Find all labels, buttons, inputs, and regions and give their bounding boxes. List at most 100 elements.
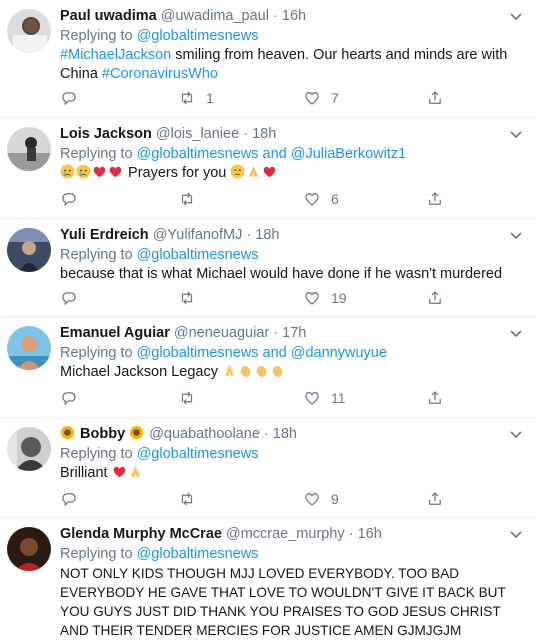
avatar[interactable] (7, 228, 51, 272)
sunflower-icon (60, 425, 75, 440)
replying-label: Replying to (60, 247, 133, 263)
reply-icon (62, 292, 76, 306)
user-handle[interactable]: @quabathoolane (149, 426, 260, 442)
share-button[interactable] (426, 389, 444, 407)
tweet-text-line: YOU GUYS JUST DID THANK YOU PRAISES TO G… (60, 604, 501, 619)
share-button[interactable] (426, 190, 444, 208)
user-handle[interactable]: @lois_laniee (156, 126, 239, 142)
like-button[interactable]: 9 (303, 490, 339, 508)
retweet-icon (181, 91, 193, 105)
reply-button[interactable] (60, 89, 88, 107)
retweet-button[interactable]: 1 (178, 89, 214, 107)
tweet-text-line: NOT ONLY KIDS THOUGH MJJ LOVED EVERYBODY… (60, 566, 460, 581)
separator-dot: · (273, 325, 279, 341)
retweet-button[interactable] (178, 289, 206, 307)
tweet-header: Lois Jackson @lois_laniee · 18h (60, 124, 516, 144)
chevron-down-icon[interactable] (508, 426, 524, 442)
display-name[interactable]: Yuli Erdreich (60, 227, 149, 243)
timestamp[interactable]: 18h (255, 227, 279, 243)
user-handle[interactable]: @mccrae_murphy (226, 526, 345, 542)
share-icon (429, 291, 441, 304)
reply-button[interactable] (60, 490, 88, 508)
replying-to: Replying to @globaltimesnews and @dannyw… (60, 343, 516, 363)
tweet-actions: 1 7 (60, 89, 460, 109)
chevron-down-icon[interactable] (508, 526, 524, 542)
tweet-text-body: because that is what Michael would have … (60, 266, 503, 282)
retweet-icon (181, 192, 193, 206)
timestamp[interactable]: 16h (282, 8, 306, 24)
separator-dot: · (243, 126, 249, 142)
chevron-down-icon[interactable] (508, 8, 524, 24)
avatar[interactable] (7, 127, 51, 171)
share-button[interactable] (426, 89, 444, 107)
display-name[interactable]: Paul uwadima (60, 8, 157, 24)
tweet-actions: 11 (60, 389, 460, 409)
avatar[interactable] (7, 326, 51, 370)
display-name[interactable]: Emanuel Aguiar (60, 325, 170, 341)
reply-button[interactable] (60, 289, 88, 307)
tweet-emanuel-aguiar[interactable]: Emanuel Aguiar @neneuaguiar · 17h Replyi… (0, 317, 536, 418)
share-button[interactable] (426, 289, 444, 307)
timestamp[interactable]: 18h (273, 426, 297, 442)
chevron-down-icon[interactable] (508, 227, 524, 243)
display-name[interactable]: Lois Jackson (60, 126, 152, 142)
like-button[interactable]: 19 (303, 289, 347, 307)
reply-mention[interactable]: @globaltimesnews (137, 247, 259, 263)
reply-button[interactable] (60, 190, 88, 208)
folded-hands-icon (249, 165, 259, 178)
tweet-yuli-erdreich[interactable]: Yuli Erdreich @YulifanofMJ · 18h Replyin… (0, 219, 536, 317)
avatar[interactable] (7, 9, 51, 53)
replying-to: Replying to @globaltimesnews (60, 245, 516, 265)
like-button[interactable]: 6 (303, 190, 339, 208)
like-count: 7 (331, 90, 339, 106)
like-icon (305, 92, 319, 105)
tweet-lois-jackson[interactable]: Lois Jackson @lois_laniee · 18h Replying… (0, 118, 536, 219)
tweet-paul-uwadima[interactable]: Paul uwadima @uwadima_paul · 16h Replyin… (0, 0, 536, 118)
thinking-face-icon (230, 164, 245, 179)
like-button[interactable]: 11 (303, 389, 346, 407)
display-name[interactable]: Bobby (80, 426, 125, 442)
avatar[interactable] (7, 427, 51, 471)
retweet-button[interactable] (178, 389, 206, 407)
tweet-glenda-murphy-mccrae[interactable]: Glenda Murphy McCrae @mccrae_murphy · 16… (0, 518, 536, 642)
share-icon (429, 492, 441, 505)
reply-mention[interactable]: @globaltimesnews (137, 28, 259, 44)
display-name[interactable]: Glenda Murphy McCrae (60, 526, 222, 542)
reply-icon (62, 92, 76, 106)
chevron-down-icon[interactable] (508, 126, 524, 142)
tweet-bobby[interactable]: Bobby @quabathoolane · 18h Replying to @… (0, 418, 536, 518)
retweet-icon (181, 492, 193, 506)
user-handle[interactable]: @uwadima_paul (161, 8, 269, 24)
share-button[interactable] (426, 490, 444, 508)
timestamp[interactable]: 16h (358, 526, 382, 542)
timestamp[interactable]: 18h (252, 126, 276, 142)
crying-face-icon (76, 164, 91, 179)
tweet-actions: 9 (60, 490, 460, 510)
retweet-icon (181, 291, 193, 305)
avatar[interactable] (7, 527, 51, 571)
reply-mention[interactable]: @globaltimesnews (137, 546, 259, 562)
user-handle[interactable]: @YulifanofMJ (153, 227, 243, 243)
tweet-header: Bobby @quabathoolane · 18h (60, 424, 516, 444)
retweet-button[interactable] (178, 490, 206, 508)
like-count: 11 (331, 390, 346, 406)
like-icon (305, 292, 319, 305)
chevron-down-icon[interactable] (508, 325, 524, 341)
clapping-hands-icon (272, 365, 283, 377)
reply-icon (62, 392, 76, 406)
separator-dot: · (273, 8, 278, 24)
reply-mention[interactable]: @globaltimesnews and @dannywuyue (137, 345, 387, 361)
reply-button[interactable] (60, 389, 88, 407)
retweet-button[interactable] (178, 190, 206, 208)
like-button[interactable]: 7 (303, 89, 339, 107)
reply-mention[interactable]: @globaltimesnews (137, 446, 259, 462)
share-icon (429, 391, 441, 404)
hashtag[interactable]: #MichaelJackson (60, 47, 171, 63)
tweet-header: Emanuel Aguiar @neneuaguiar · 17h (60, 323, 516, 343)
tweet-text: NOT ONLY KIDS THOUGH MJJ LOVED EVERYBODY… (60, 564, 516, 640)
tweet-header: Paul uwadima @uwadima_paul · 16h (60, 6, 516, 26)
user-handle[interactable]: @neneuaguiar (174, 325, 269, 341)
hashtag[interactable]: #CoronavirusWho (102, 66, 218, 82)
timestamp[interactable]: 17h (282, 325, 306, 341)
reply-mention[interactable]: @globaltimesnews and @JuliaBerkowitz1 (137, 146, 407, 162)
